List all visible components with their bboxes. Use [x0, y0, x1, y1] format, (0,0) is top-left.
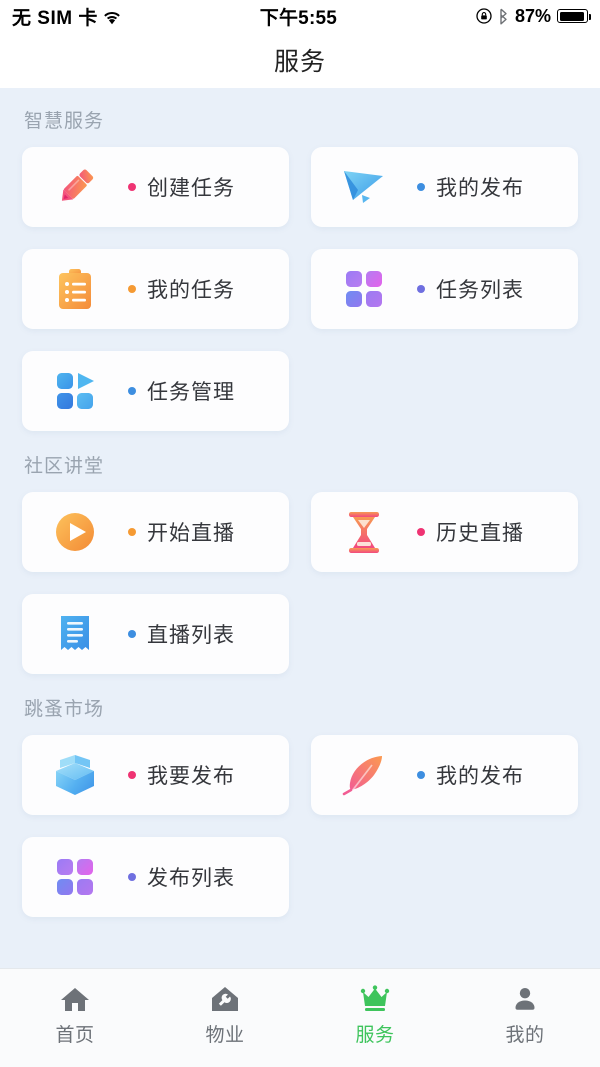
card-label: 我的任务 [147, 279, 235, 302]
card-label-group: 创建任务 [128, 172, 235, 202]
crown-icon [360, 983, 390, 1013]
tab-home[interactable]: 首页 [0, 983, 150, 1047]
card-label: 直播列表 [147, 624, 235, 647]
feather-quill-icon [311, 735, 417, 815]
home-icon [60, 983, 90, 1013]
wifi-icon [103, 11, 121, 25]
status-dot [417, 771, 425, 779]
service-card-post-list[interactable]: 发布列表 [22, 837, 289, 917]
grid-four-icon [22, 837, 128, 917]
status-dot [128, 387, 136, 395]
service-card-start-live[interactable]: 开始直播 [22, 492, 289, 572]
service-list-scroll[interactable]: 智慧服务 创建任务 我的发布 我的任务 任务列表 任务管理 社区讲堂 开始直播 … [0, 88, 600, 968]
status-dot [128, 873, 136, 881]
status-bar-left: 无 SIM 卡 [12, 3, 121, 30]
hourglass-icon [311, 492, 417, 572]
service-card-create-task[interactable]: 创建任务 [22, 147, 289, 227]
receipt-icon [22, 594, 128, 674]
pencil-icon [22, 147, 128, 227]
section-card-grid: 创建任务 我的发布 我的任务 任务列表 任务管理 [0, 147, 600, 431]
service-card-want-to-post[interactable]: 我要发布 [22, 735, 289, 815]
bluetooth-icon [498, 8, 509, 25]
card-label: 任务列表 [436, 279, 524, 302]
status-dot [128, 285, 136, 293]
tab-label: 首页 [55, 1025, 95, 1046]
tab-property[interactable]: 物业 [150, 983, 300, 1047]
section-flea-market: 跳蚤市场 我要发布 我的发布 发布列表 [0, 694, 600, 917]
section-card-grid: 我要发布 我的发布 发布列表 [0, 735, 600, 917]
open-box-icon [22, 735, 128, 815]
service-card-live-list[interactable]: 直播列表 [22, 594, 289, 674]
person-icon [510, 983, 540, 1013]
card-label-group: 历史直播 [417, 517, 524, 547]
status-dot [417, 285, 425, 293]
card-label-group: 我的发布 [417, 172, 524, 202]
rotation-lock-icon [476, 8, 492, 24]
play-circle-icon [22, 492, 128, 572]
tab-label: 服务 [355, 1025, 395, 1046]
card-label-group: 任务管理 [128, 376, 235, 406]
card-label-group: 任务列表 [417, 274, 524, 304]
status-dot [128, 771, 136, 779]
tab-mine[interactable]: 我的 [450, 983, 600, 1047]
card-label: 我要发布 [147, 765, 235, 788]
paper-plane-icon [311, 147, 417, 227]
card-label: 我的发布 [436, 765, 524, 788]
tab-service[interactable]: 服务 [300, 983, 450, 1047]
grid-play-icon [22, 351, 128, 431]
page-title: 服务 [273, 48, 326, 76]
service-card-task-management[interactable]: 任务管理 [22, 351, 289, 431]
service-card-my-tasks[interactable]: 我的任务 [22, 249, 289, 329]
status-dot [128, 183, 136, 191]
status-bar: 无 SIM 卡 下午5:55 87% [0, 0, 600, 32]
service-card-live-history[interactable]: 历史直播 [311, 492, 578, 572]
card-label: 发布列表 [147, 867, 235, 890]
section-smart-service: 智慧服务 创建任务 我的发布 我的任务 任务列表 任务管理 [0, 106, 600, 431]
service-card-task-list[interactable]: 任务列表 [311, 249, 578, 329]
card-label-group: 发布列表 [128, 862, 235, 892]
status-bar-right: 87% [476, 5, 591, 27]
tab-label: 物业 [205, 1025, 245, 1046]
status-dot [417, 528, 425, 536]
service-card-my-posts-market[interactable]: 我的发布 [311, 735, 578, 815]
service-card-my-posts-task[interactable]: 我的发布 [311, 147, 578, 227]
status-dot [128, 528, 136, 536]
section-title: 智慧服务 [24, 111, 105, 132]
battery-icon [557, 9, 591, 23]
clipboard-icon [22, 249, 128, 329]
section-title: 社区讲堂 [24, 456, 105, 477]
card-label: 创建任务 [147, 177, 235, 200]
status-dot [417, 183, 425, 191]
section-title: 跳蚤市场 [24, 699, 105, 720]
card-label: 历史直播 [436, 522, 524, 545]
card-label: 我的发布 [436, 177, 524, 200]
house-wrench-icon [210, 983, 240, 1013]
battery-percent-label: 87% [514, 5, 551, 26]
grid-four-icon [311, 249, 417, 329]
card-label-group: 直播列表 [128, 619, 235, 649]
card-label: 开始直播 [147, 522, 235, 545]
card-label: 任务管理 [147, 381, 235, 404]
card-label-group: 我的发布 [417, 760, 524, 790]
status-dot [128, 630, 136, 638]
page-header: 服务 [0, 32, 600, 88]
section-community-lecture: 社区讲堂 开始直播 历史直播 直播列表 [0, 451, 600, 674]
card-label-group: 我的任务 [128, 274, 235, 304]
tab-label: 我的 [505, 1025, 545, 1046]
card-label-group: 开始直播 [128, 517, 235, 547]
bottom-tab-bar: 首页 物业 服务 我的 [0, 968, 600, 1067]
card-label-group: 我要发布 [128, 760, 235, 790]
app-screen: 无 SIM 卡 下午5:55 87% 服务 智慧服务 创建任务 我的发布 我的任… [0, 0, 600, 1067]
carrier-label: 无 SIM 卡 [12, 7, 98, 29]
section-card-grid: 开始直播 历史直播 直播列表 [0, 492, 600, 674]
clock-label: 下午5:55 [259, 7, 338, 29]
